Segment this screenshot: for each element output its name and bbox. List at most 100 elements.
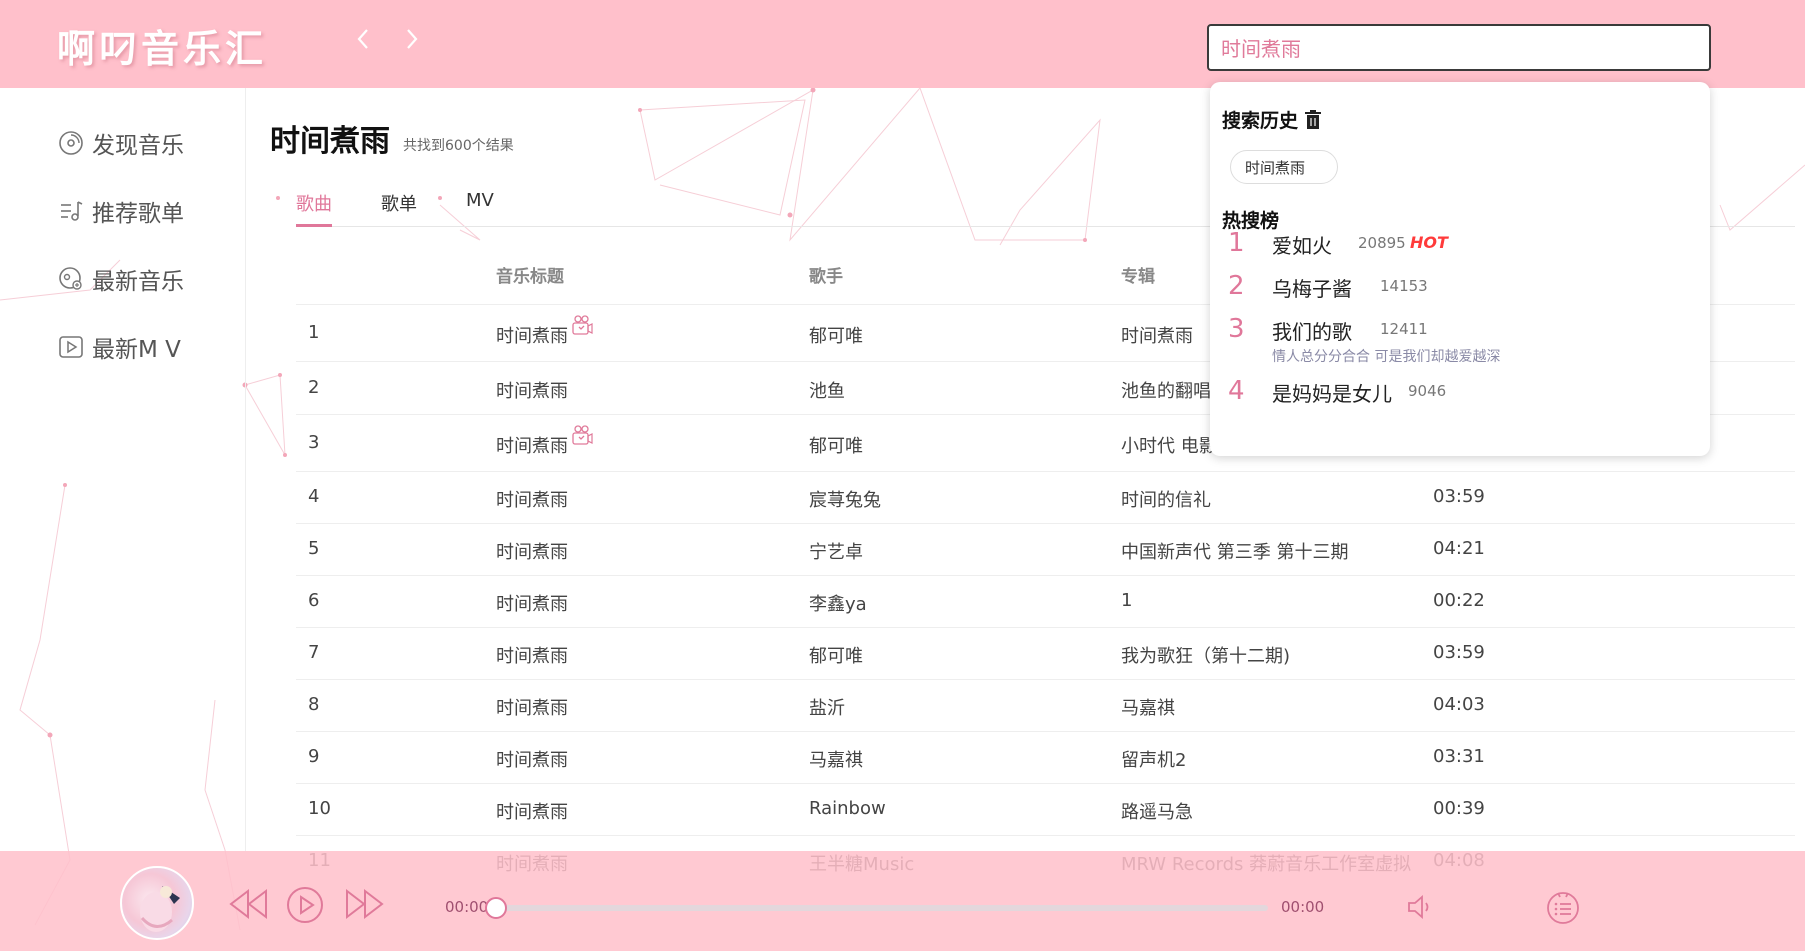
rewind-icon [229, 888, 267, 920]
song-album: 时间煮雨 [1121, 326, 1193, 347]
song-title: 时间煮雨 [496, 646, 568, 667]
search-history-heading: 搜索历史 [1222, 106, 1322, 133]
row-index: 4 [308, 486, 320, 507]
row-index: 5 [308, 538, 320, 559]
playlist-queue-icon [1547, 892, 1579, 924]
row-index: 6 [308, 590, 320, 611]
song-duration: 00:39 [1433, 798, 1485, 819]
search-history-item[interactable]: 时间煮雨 [1230, 150, 1338, 184]
song-album: 1 [1121, 590, 1133, 611]
progress-handle[interactable] [485, 897, 507, 919]
column-header-title: 音乐标题 [496, 267, 564, 287]
column-header-album: 专辑 [1121, 267, 1155, 287]
song-title: 时间煮雨 [496, 326, 568, 347]
sidebar-item-new-music[interactable]: 最新音乐 [58, 262, 184, 296]
album-art-image [140, 886, 180, 932]
hot-search-item[interactable]: 4 是妈妈是女儿 9046 [1228, 376, 1688, 410]
hot-search-item[interactable]: 1 爱如火 20895 HOT [1228, 228, 1688, 262]
sidebar-item-discover[interactable]: 发现音乐 [58, 126, 184, 160]
result-count: 共找到600个结果 [403, 138, 514, 154]
hot-rank: 1 [1228, 228, 1245, 258]
previous-button[interactable] [228, 888, 270, 924]
hot-score: 20895 [1358, 234, 1406, 252]
trash-icon[interactable] [1304, 109, 1322, 130]
song-duration: 04:21 [1433, 538, 1485, 559]
search-input[interactable] [1207, 24, 1711, 71]
song-album: 马嘉祺 [1121, 698, 1175, 719]
play-icon [287, 887, 323, 923]
next-button[interactable] [343, 888, 385, 924]
play-button[interactable] [286, 886, 324, 928]
sidebar-item-label: 推荐歌单 [92, 201, 184, 227]
column-header-artist: 歌手 [809, 267, 843, 287]
mv-icon[interactable] [571, 314, 593, 336]
row-index: 8 [308, 694, 320, 715]
song-album: 池鱼的翻唱 [1121, 381, 1211, 402]
sidebar-item-label: 发现音乐 [92, 133, 184, 159]
fast-forward-icon [346, 888, 384, 920]
song-title: 时间煮雨 [496, 490, 568, 511]
table-row[interactable]: 4 时间煮雨 宸荨兔兔 时间的信礼 03:59 [296, 471, 1795, 523]
hot-search-item[interactable]: 2 乌梅子酱 14153 [1228, 271, 1688, 305]
hot-search-item[interactable]: 3 我们的歌 12411 情人总分分合合 可是我们却越爱越深 [1228, 314, 1688, 366]
row-index: 1 [308, 322, 320, 343]
progress-bar[interactable] [494, 905, 1268, 911]
video-icon [59, 336, 83, 358]
table-row[interactable]: 8 时间煮雨 盐沂 马嘉祺 04:03 [296, 679, 1795, 731]
song-artist: 李鑫ya [809, 594, 867, 615]
hot-name: 乌梅子酱 [1272, 277, 1352, 301]
hot-rank: 3 [1228, 314, 1245, 344]
hot-name: 我们的歌 [1272, 320, 1352, 344]
playlist-button[interactable] [1545, 889, 1581, 929]
tab-mv[interactable]: MV [466, 190, 494, 211]
hot-description: 情人总分分合合 可是我们却越爱越深 [1272, 349, 1501, 365]
player-bar: 00:00 00:00 [0, 851, 1805, 951]
app-logo[interactable]: 啊叼音乐汇 [57, 18, 267, 73]
table-row[interactable]: 10 时间煮雨 Rainbow 路遥马急 00:39 [296, 783, 1795, 835]
volume-button[interactable] [1406, 895, 1436, 923]
album-art[interactable] [120, 866, 194, 940]
song-title: 时间煮雨 [496, 698, 568, 719]
search-suggestions: 搜索历史 时间煮雨 热搜榜 1 爱如火 20895 HOT 2 乌梅子酱 14153 3 我们的… [1210, 82, 1710, 456]
sidebar: 发现音乐 推荐歌单 最新音乐 最新M V [0, 88, 246, 851]
song-album: 时间的信礼 [1121, 490, 1211, 511]
table-row[interactable]: 7 时间煮雨 郁可唯 我为歌狂（第十二期) 03:59 [296, 627, 1795, 679]
song-album: 留声机2 [1121, 750, 1187, 771]
song-artist: 郁可唯 [809, 646, 863, 667]
song-duration: 03:59 [1433, 642, 1485, 663]
sidebar-item-playlists[interactable]: 推荐歌单 [58, 194, 184, 228]
row-index: 10 [308, 798, 331, 819]
song-title: 时间煮雨 [496, 542, 568, 563]
song-title: 时间煮雨 [496, 381, 568, 402]
search-history-title: 搜索历史 [1222, 110, 1299, 132]
song-artist: 郁可唯 [809, 326, 863, 347]
song-artist: 宁艺卓 [809, 542, 863, 563]
song-artist: 池鱼 [809, 381, 845, 402]
song-duration: 00:22 [1433, 590, 1485, 611]
tab-songs[interactable]: 歌曲 [296, 190, 332, 216]
sidebar-item-label: 最新音乐 [92, 269, 184, 295]
row-index: 7 [308, 642, 320, 663]
song-title: 时间煮雨 [496, 750, 568, 771]
sidebar-item-new-mv[interactable]: 最新M V [58, 330, 181, 364]
hot-badge: HOT [1410, 233, 1448, 252]
hot-rank: 2 [1228, 271, 1245, 301]
back-button[interactable] [348, 24, 378, 54]
hot-rank: 4 [1228, 376, 1245, 406]
mv-icon[interactable] [571, 424, 593, 446]
forward-button[interactable] [397, 24, 427, 54]
table-row[interactable]: 9 时间煮雨 马嘉祺 留声机2 03:31 [296, 731, 1795, 783]
song-title: 时间煮雨 [496, 802, 568, 823]
song-duration: 03:31 [1433, 746, 1485, 767]
chevron-right-icon [407, 29, 418, 49]
row-index: 3 [308, 432, 320, 453]
song-album: 路遥马急 [1121, 802, 1193, 823]
chevron-left-icon [357, 29, 368, 49]
table-row[interactable]: 6 时间煮雨 李鑫ya 1 00:22 [296, 575, 1795, 627]
tab-playlists[interactable]: 歌单 [381, 190, 417, 216]
page-title: 时间煮雨 [270, 124, 390, 159]
table-row[interactable]: 5 时间煮雨 宁艺卓 中国新声代 第三季 第十三期 04:21 [296, 523, 1795, 575]
hot-name: 爱如火 [1272, 234, 1332, 258]
hot-score: 14153 [1380, 277, 1428, 295]
current-time: 00:00 [445, 898, 489, 916]
